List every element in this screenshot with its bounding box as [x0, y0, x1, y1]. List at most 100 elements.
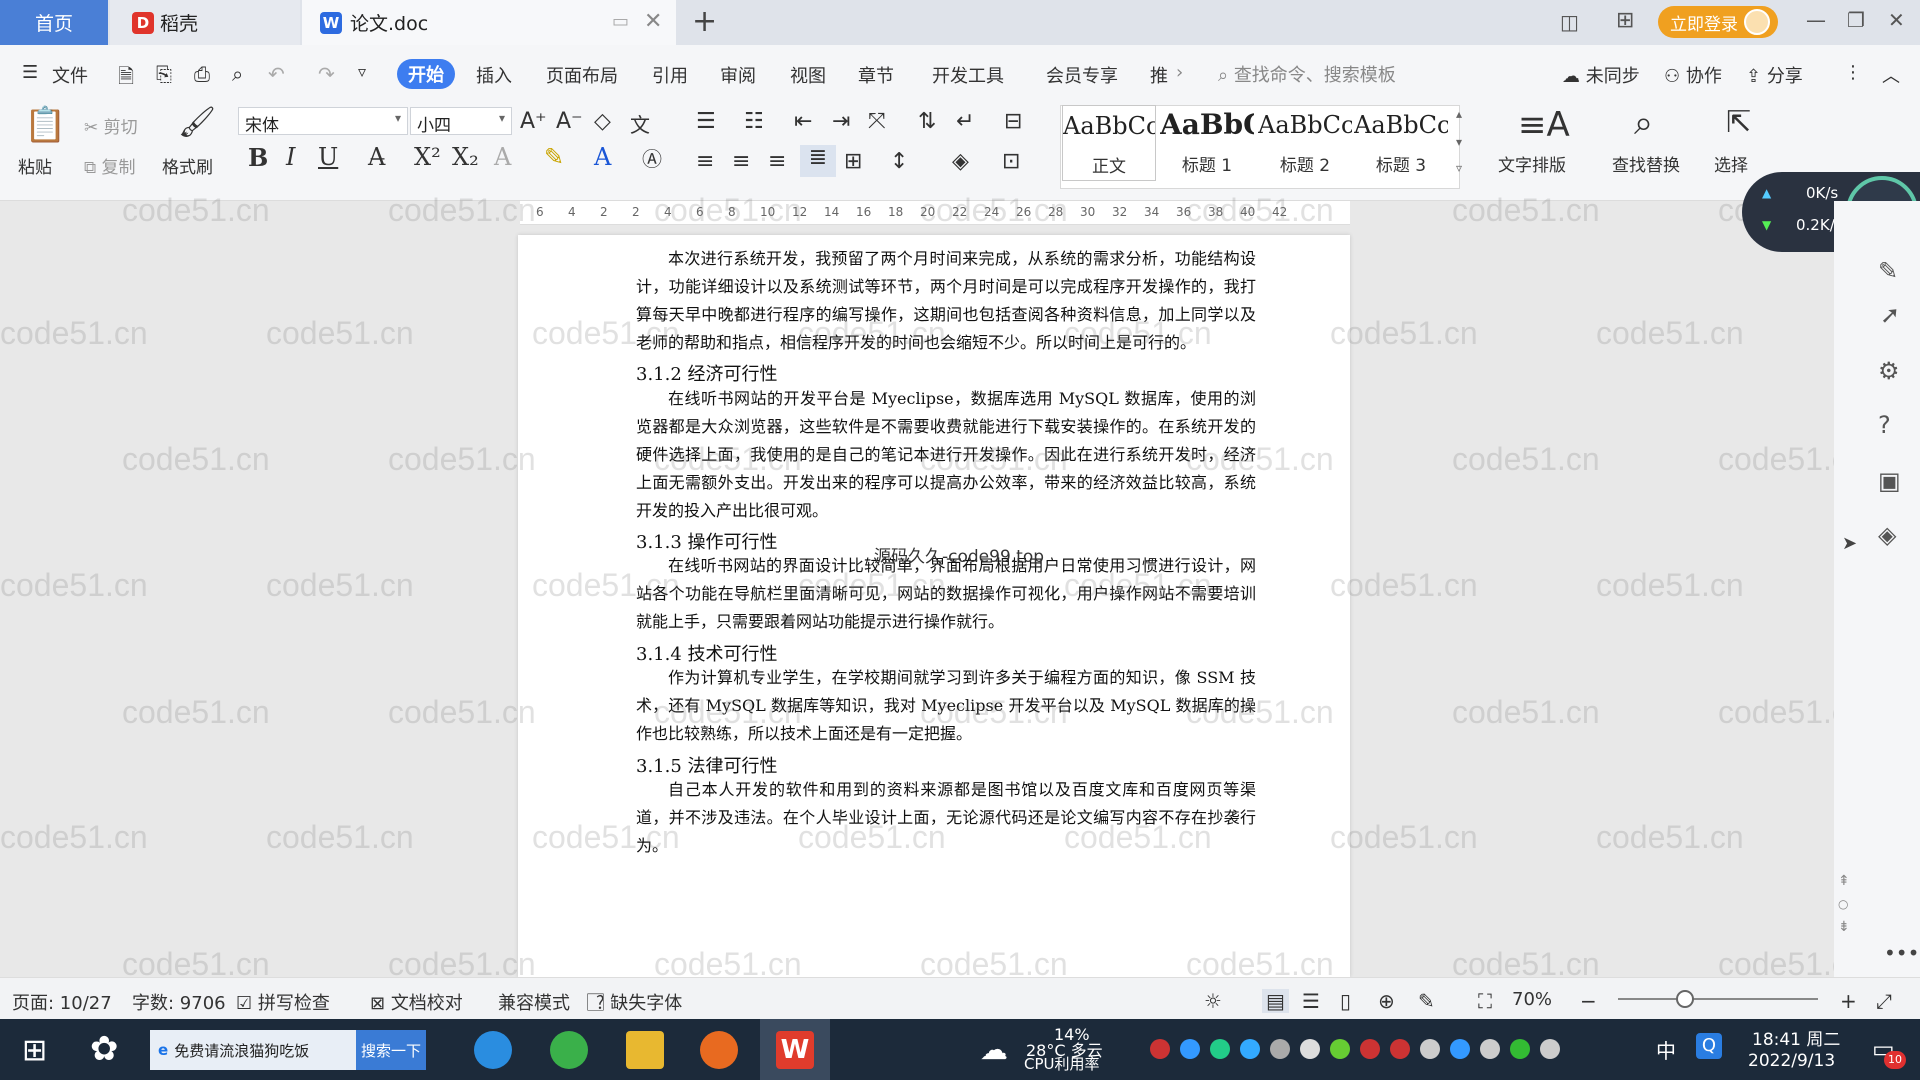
menu-view[interactable]: 视图 [790, 62, 826, 88]
align-center-icon[interactable]: ≡ [732, 149, 750, 174]
clear-format-icon[interactable]: ◇ [594, 109, 611, 134]
zoom-slider[interactable] [1618, 998, 1818, 1000]
subscript-icon[interactable]: X₂ [452, 143, 479, 171]
file-explorer-icon[interactable] [626, 1031, 664, 1069]
tray-app-icon[interactable] [1210, 1039, 1230, 1059]
qq-input-icon[interactable]: Q [1696, 1033, 1722, 1059]
collaborate-button[interactable]: ⚇ 协作 [1664, 62, 1722, 88]
brush-icon[interactable]: 🖌 [178, 105, 216, 140]
increase-indent-icon[interactable]: ⇥ [832, 109, 850, 134]
tray-app-icon[interactable] [1240, 1039, 1260, 1059]
print-icon[interactable]: ⎙ [194, 62, 210, 86]
font-color-icon[interactable]: A [594, 143, 611, 171]
text-layout-button[interactable]: 文字排版 [1498, 151, 1566, 176]
tray-app-icon[interactable] [1270, 1039, 1290, 1059]
undo-icon[interactable]: ↶ [268, 62, 285, 86]
menu-file[interactable]: 文件 [52, 62, 88, 88]
table-tools-icon[interactable]: ⊟ [1004, 109, 1022, 134]
sliders-icon[interactable]: ⚙ [1878, 357, 1900, 385]
scroll-up-icon[interactable]: ⇞ [1838, 873, 1850, 889]
text-effect-icon[interactable]: A [494, 143, 511, 171]
wps-taskbar-item[interactable]: W [760, 1019, 830, 1080]
browser-icon[interactable] [550, 1031, 588, 1069]
text-layout-icon[interactable]: ≡A [1518, 105, 1570, 145]
superscript-icon[interactable]: X² [414, 143, 441, 171]
ime-indicator[interactable]: 中 [1656, 1035, 1676, 1064]
clock-time[interactable]: 18:41 周二 [1752, 1025, 1840, 1050]
tray-app-icon[interactable] [1360, 1039, 1380, 1059]
zoom-level[interactable]: 70% [1512, 989, 1552, 1010]
strikethrough-icon[interactable]: A̶ [368, 143, 385, 171]
zoom-in-icon[interactable]: + [1840, 989, 1857, 1013]
paste-button[interactable]: 粘贴 [18, 153, 52, 178]
shrink-font-icon[interactable]: A⁻ [556, 109, 583, 134]
align-right-icon[interactable]: ≡ [768, 149, 786, 174]
new-tab-button[interactable]: + [692, 4, 717, 39]
bold-icon[interactable]: B [248, 143, 268, 172]
font-size-select[interactable]: 小四 ▾ [410, 107, 512, 136]
tray-app-icon[interactable] [1390, 1039, 1410, 1059]
minimize-icon[interactable]: — [1806, 8, 1826, 32]
format-painter-button[interactable]: 格式刷 [162, 153, 213, 178]
pen-icon[interactable]: ✎ [1878, 257, 1898, 285]
help-icon[interactable]: ? [1878, 411, 1891, 439]
print-preview-icon[interactable]: ⌕ [232, 62, 243, 86]
page-indicator[interactable]: 页面: 10/27 [12, 989, 112, 1015]
proofread-button[interactable]: ⊠ 文档校对 [370, 989, 463, 1015]
tray-app-icon[interactable] [1150, 1039, 1170, 1059]
close-tab-icon[interactable]: ✕ [644, 9, 662, 34]
read-view-icon[interactable]: ▯ [1340, 989, 1351, 1013]
sync-status[interactable]: ☁ 未同步 [1562, 62, 1640, 88]
copy-button[interactable]: ⧉ 复制 [84, 153, 136, 178]
app-avatar-icon[interactable] [700, 1031, 738, 1069]
tray-app-icon[interactable] [1180, 1039, 1200, 1059]
tab-daoke[interactable]: D 稻壳 [110, 0, 300, 45]
fit-page-icon[interactable]: ⛶ [1478, 989, 1492, 1013]
spell-check-button[interactable]: ☑ 拼写检查 [236, 989, 330, 1015]
tab-document[interactable]: W 论文.doc ▭ ✕ [302, 0, 676, 45]
taskbar-search-field[interactable]: e 免费请流浪猫狗吃饭 [150, 1030, 356, 1070]
char-border-icon[interactable]: Ⓐ [642, 143, 662, 172]
menu-start[interactable]: 开始 [397, 59, 455, 89]
tray-app-icon[interactable] [1450, 1039, 1470, 1059]
find-replace-button[interactable]: 查找替换 [1612, 151, 1680, 176]
line-spacing-icon[interactable]: ↕ [890, 149, 908, 174]
eye-protect-icon[interactable]: ☼ [1204, 989, 1222, 1013]
restore-icon[interactable]: ❐ [1847, 8, 1865, 32]
scroll-mid-icon[interactable]: ○ [1838, 897, 1848, 911]
more-dots-icon[interactable]: ••• [1884, 941, 1919, 965]
map-pin-icon[interactable]: ◈ [1878, 521, 1896, 549]
menu-member[interactable]: 会员专享 [1046, 62, 1118, 88]
image-icon[interactable]: ▣ [1878, 467, 1901, 495]
gallery-up-icon[interactable]: ▴ [1456, 107, 1462, 121]
menu-dev-tools[interactable]: 开发工具 [932, 62, 1004, 88]
taskbar-search-button[interactable]: 搜索一下 [356, 1030, 426, 1070]
cut-button[interactable]: ✂ 剪切 [84, 113, 138, 138]
font-family-select[interactable]: 宋体 ▾ [238, 107, 408, 136]
tray-app-icon[interactable] [1330, 1039, 1350, 1059]
gallery-expand-icon[interactable]: ▿ [1456, 161, 1462, 175]
gallery-down-icon[interactable]: ▾ [1456, 135, 1462, 149]
customize-icon[interactable]: ▿ [358, 62, 366, 81]
chinese-layout-icon[interactable]: ⤧ [868, 109, 886, 134]
sort-icon[interactable]: ⇅ [918, 109, 936, 134]
more-options-icon[interactable]: ⋮ [1844, 62, 1862, 83]
paste-icon[interactable]: 📋 [24, 105, 66, 145]
style-heading-3[interactable]: AaBbCc 标题 3 [1354, 105, 1448, 181]
collapse-ribbon-icon[interactable]: ︿ [1882, 62, 1900, 88]
style-heading-2[interactable]: AaBbCc 标题 2 [1258, 105, 1352, 181]
menu-chapter[interactable]: 章节 [858, 62, 894, 88]
grow-font-icon[interactable]: A⁺ [520, 109, 547, 134]
border-icon[interactable]: ⊡ [1002, 149, 1020, 174]
decrease-indent-icon[interactable]: ⇤ [794, 109, 812, 134]
style-heading-1[interactable]: AaBbC 标题 1 [1160, 105, 1254, 181]
missing-font-button[interactable]: ?⃞ 缺失字体 [596, 989, 682, 1015]
tray-app-icon[interactable] [1480, 1039, 1500, 1059]
windows-start-icon[interactable]: ⊞ [22, 1033, 47, 1068]
chevron-right-icon[interactable]: › [1176, 62, 1183, 83]
tray-app-icon[interactable] [1300, 1039, 1320, 1059]
shading-icon[interactable]: ◈ [952, 149, 969, 174]
cursor-icon[interactable]: ⇱ [1726, 105, 1751, 140]
web-view-icon[interactable]: ⊕ [1378, 989, 1395, 1013]
write-mode-icon[interactable]: ✎ [1418, 989, 1435, 1013]
